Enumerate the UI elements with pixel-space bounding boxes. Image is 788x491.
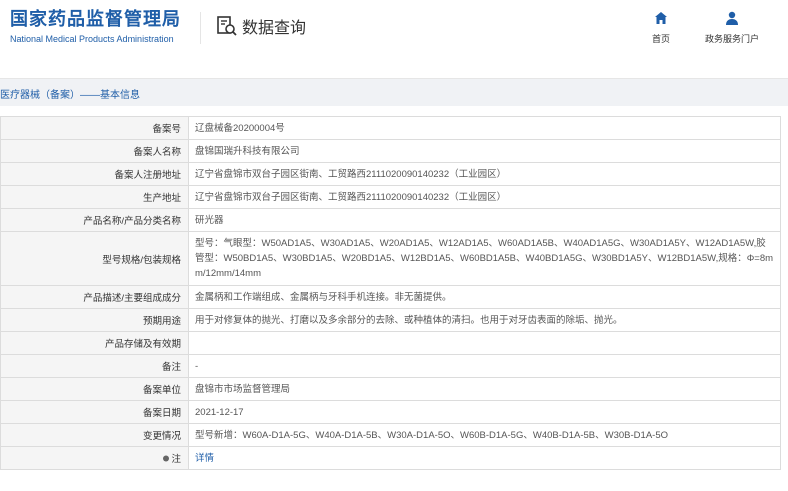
field-value: 盘锦国瑞升科技有限公司 [188, 139, 781, 163]
field-label: 备案号 [0, 116, 189, 140]
home-icon [655, 12, 667, 24]
field-label: 预期用途 [0, 308, 189, 332]
data-query-title: 数据查询 [216, 14, 306, 38]
nav-home-label: 首页 [652, 34, 671, 44]
field-label: 变更情况 [0, 423, 189, 447]
field-value: 盘锦市市场监督管理局 [188, 377, 781, 401]
logo-chinese-name: 国家药品监督管理局 [10, 9, 181, 29]
field-label: 产品描述/主要组成成分 [0, 285, 189, 309]
nav-service-label: 政务服务门户 [705, 34, 760, 44]
record-table: 备案号 辽盘械备20200004号 备案人名称 盘锦国瑞升科技有限公司 备案人注… [0, 116, 781, 470]
field-label: 备案日期 [0, 400, 189, 424]
table-row: 备案人注册地址 辽宁省盘锦市双台子园区街南、工贸路西21110200901402… [0, 162, 781, 186]
field-label: 产品名称/产品分类名称 [0, 208, 189, 232]
table-row: 备案号 辽盘械备20200004号 [0, 116, 781, 140]
nav-service-portal[interactable]: 政务服务门户 [705, 10, 759, 45]
field-label: 备案人名称 [0, 139, 189, 163]
table-row: 变更情况 型号新增：W60A-D1A-5G、W40A-D1A-5B、W30A-D… [0, 423, 781, 447]
table-row: 备案单位 盘锦市市场监督管理局 [0, 377, 781, 401]
document-search-icon [217, 16, 237, 36]
table-row: 产品名称/产品分类名称 研光器 [0, 208, 781, 232]
field-label: 备注 [0, 354, 189, 378]
field-value: 型号新增：W60A-D1A-5G、W40A-D1A-5B、W30A-D1A-5O… [188, 423, 781, 447]
table-row: 备注 - [0, 354, 781, 378]
site-header: 国家药品监督管理局 National Medical Products Admi… [0, 0, 788, 62]
field-label: 生产地址 [0, 185, 189, 209]
data-query-label: 数据查询 [242, 20, 307, 37]
table-row: 备案日期 2021-12-17 [0, 400, 781, 424]
field-label: 产品存储及有效期 [0, 331, 189, 355]
details-link[interactable]: 详情 [195, 453, 214, 464]
field-value: 辽宁省盘锦市双台子园区街南、工贸路西2111020090140232（工业园区） [188, 162, 781, 186]
header-divider [200, 12, 201, 44]
table-row: 型号规格/包装规格 型号：气眼型：W50AD1A5、W30AD1A5、W20AD… [0, 231, 781, 286]
field-value: 用于对修复体的抛光、打磨以及多余部分的去除、或种植体的清扫。也用于对牙齿表面的除… [188, 308, 781, 332]
field-value: 型号：气眼型：W50AD1A5、W30AD1A5、W20AD1A5、W12AD1… [188, 231, 781, 286]
table-row: 产品描述/主要组成成分 金属柄和工作端组成、金属柄与牙科手机连接。非无菌提供。 [0, 285, 781, 309]
table-row: 备案人名称 盘锦国瑞升科技有限公司 [0, 139, 781, 163]
field-value: 辽宁省盘锦市双台子园区街南、工贸路西2111020090140232（工业园区） [188, 185, 781, 209]
nav-home[interactable]: 首页 [652, 10, 670, 45]
table-row: 注 详情 [0, 446, 781, 470]
table-row: 产品存储及有效期 [0, 331, 781, 355]
site-logo[interactable]: 国家药品监督管理局 National Medical Products Admi… [10, 8, 181, 45]
field-label: 备案单位 [0, 377, 189, 401]
breadcrumb: 医疗器械（备案）——基本信息 [0, 90, 140, 101]
note-value-cell: 详情 [188, 446, 781, 470]
field-label: 备案人注册地址 [0, 162, 189, 186]
field-value: 辽盘械备20200004号 [188, 116, 781, 140]
field-value: 2021-12-17 [188, 400, 781, 424]
field-value: 金属柄和工作端组成、金属柄与牙科手机连接。非无菌提供。 [188, 285, 781, 309]
logo-english-name: National Medical Products Administration [10, 34, 174, 44]
table-row: 预期用途 用于对修复体的抛光、打磨以及多余部分的去除、或种植体的清扫。也用于对牙… [0, 308, 781, 332]
field-value: - [188, 354, 781, 378]
table-row: 生产地址 辽宁省盘锦市双台子园区街南、工贸路西2111020090140232（… [0, 185, 781, 209]
note-label: 注 [171, 454, 181, 465]
pin-icon [163, 455, 170, 462]
note-label-cell: 注 [0, 446, 189, 470]
field-value: 研光器 [188, 208, 781, 232]
breadcrumb-bar: 医疗器械（备案）——基本信息 [0, 78, 788, 106]
field-value [188, 331, 781, 355]
user-icon [726, 11, 738, 25]
field-label: 型号规格/包装规格 [0, 231, 189, 286]
